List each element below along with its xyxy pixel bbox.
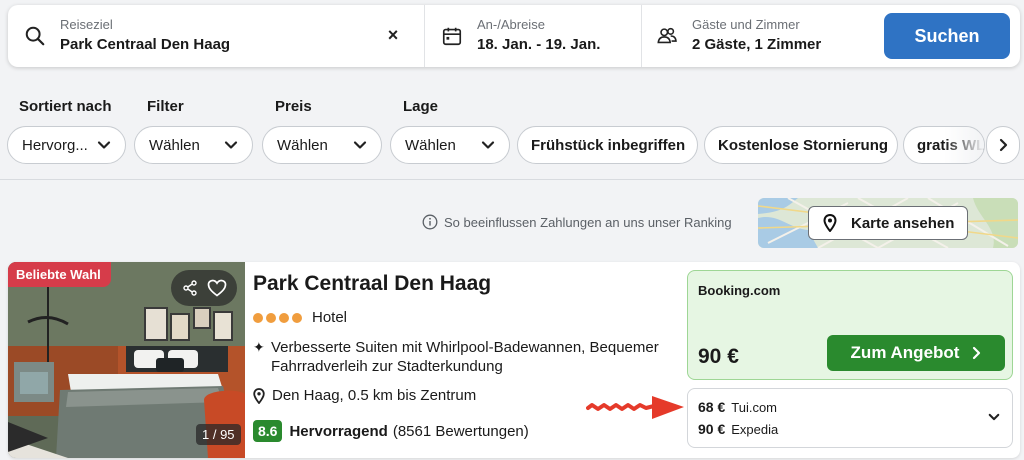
chevron-right-icon [999,138,1008,152]
photo-counter: 1 / 95 [196,424,241,445]
offer-row: 68 € Tui.com [698,399,777,415]
hotel-rating[interactable]: 8.6 Hervorragend (8561 Bewertungen) [253,420,529,442]
price-dropdown-wrap: Wählen [262,96,382,164]
chevron-down-icon [97,141,111,149]
search-icon [25,26,45,46]
star-dot [292,312,302,323]
dates-value[interactable]: 18. Jan. - 19. Jan. [477,35,600,55]
guests-icon [657,27,677,44]
star-dot [253,312,263,323]
destination-value[interactable]: Park Centraal Den Haag [60,35,230,55]
price-dropdown[interactable]: Wählen [262,126,382,164]
rating-word: Hervorragend [289,422,388,440]
filter-dropdown[interactable]: Wählen [134,126,253,164]
deal-price: 90 € [698,345,739,368]
hotel-location: Den Haag, 0.5 km bis Zentrum [253,387,476,404]
offer-provider: Tui.com [731,400,777,415]
location-pin-icon [253,387,265,404]
filter-bar: Sortiert nach Hervorg... Filter Wählen P… [0,96,1024,180]
photo-actions [171,270,237,306]
location-dropdown-wrap: Wählen [390,96,510,164]
hotel-info: Park Centraal Den Haag Hotel ✦ Verbesser… [253,262,683,458]
dates-field[interactable]: An-/Abreise 18. Jan. - 19. Jan. [425,5,642,67]
review-count: (8561 Bewertungen) [392,422,529,440]
annotation-arrow [586,396,684,419]
hotel-stars: Hotel [253,309,347,326]
location-value: Wählen [405,136,456,154]
view-deal-label: Zum Angebot [850,343,960,362]
popular-badge: Beliebte Wahl [8,262,111,287]
chevron-down-icon [481,141,495,149]
chip-fade [944,127,984,163]
chip-wifi[interactable]: gratis WLAN [903,126,985,164]
chip-breakfast[interactable]: Frühstück inbegriffen [517,126,698,164]
offer-provider: Expedia [731,422,779,437]
star-dot [279,312,289,323]
close-icon[interactable]: × [384,25,402,45]
sparkle-icon: ✦ [253,339,265,355]
chevron-down-icon [988,413,1000,421]
search-button[interactable]: Suchen [884,13,1010,59]
map-button-label: Karte ansehen [851,214,955,232]
price-value: Wählen [277,136,328,154]
other-offers[interactable]: 68 € Tui.com 90 € Expedia [687,388,1013,448]
guests-value[interactable]: 2 Gäste, 1 Zimmer [692,35,821,55]
filter-value: Wählen [149,136,200,154]
info-icon [422,214,438,230]
calendar-icon [442,27,462,46]
feature-text: Verbesserte Suiten mit Whirlpool-Badewan… [271,339,659,375]
hotel-type: Hotel [312,309,348,326]
view-deal-button[interactable]: Zum Angebot [827,335,1005,371]
chevron-down-icon [353,141,367,149]
guests-field[interactable]: Gäste und Zimmer 2 Gäste, 1 Zimmer [642,5,882,67]
heart-icon[interactable] [207,279,227,297]
chevron-down-icon [224,141,238,149]
top-deal[interactable]: Booking.com 90 € Zum Angebot [687,270,1013,380]
location-text: Den Haag, 0.5 km bis Zentrum [272,387,477,404]
offer-row: 90 € Expedia [698,421,778,437]
chip-free-cancellation[interactable]: Kostenlose Stornierung [704,126,898,164]
sort-dropdown-wrap: Hervorg... [7,96,126,164]
location-dropdown[interactable]: Wählen [390,126,510,164]
dates-label: An-/Abreise [477,17,545,32]
destination-field[interactable]: Reiseziel Park Centraal Den Haag × [8,5,425,67]
hotel-name[interactable]: Park Centraal Den Haag [253,272,491,296]
divider [0,179,1024,180]
offer-price: 90 € [698,421,726,437]
sort-value: Hervorg... [22,136,88,154]
filters-scroll-right[interactable] [986,126,1020,164]
share-icon[interactable] [182,280,198,296]
ranking-note: So beeinflussen Zahlungen an uns unser R… [444,214,732,230]
rating-score: 8.6 [253,420,283,442]
deal-provider: Booking.com [698,283,781,298]
destination-label: Reiseziel [60,17,113,32]
filter-dropdown-wrap: Wählen [134,96,253,164]
star-dot [266,312,276,323]
chevron-right-icon [973,346,981,360]
map-preview[interactable]: Karte ansehen [758,198,1018,248]
map-pin-icon [823,214,837,232]
hotel-card: Beliebte Wahl 1 / 95 Park Centraal Den H… [8,262,1020,458]
sort-dropdown[interactable]: Hervorg... [7,126,126,164]
offer-price: 68 € [698,399,726,415]
guests-label: Gäste und Zimmer [692,17,800,32]
hotel-photo[interactable]: Beliebte Wahl 1 / 95 [8,262,245,458]
search-bar: Reiseziel Park Centraal Den Haag × An-/A… [8,5,1020,67]
hotel-feature: ✦ Verbesserte Suiten mit Whirlpool-Badew… [253,338,678,376]
map-button[interactable]: Karte ansehen [808,206,968,240]
ranking-info-link[interactable]: So beeinflussen Zahlungen an uns unser R… [422,214,732,230]
